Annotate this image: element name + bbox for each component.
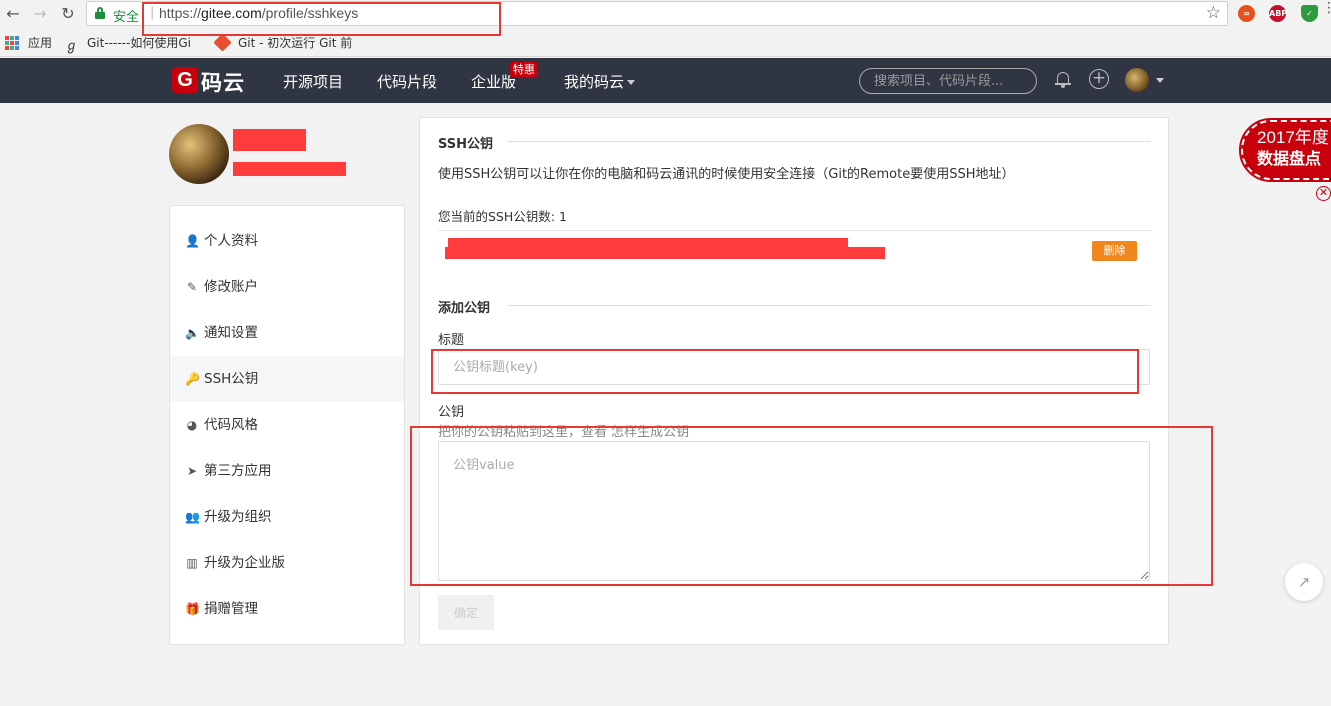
pencil-icon: ✎ — [186, 280, 198, 294]
user-icon: 👤 — [185, 234, 200, 248]
site-header: G 码云 开源项目 代码片段 企业版 特惠 我的码云 + — [0, 58, 1331, 103]
delete-key-button[interactable]: 删除 — [1092, 241, 1137, 261]
gitee-logo-icon[interactable]: G — [172, 67, 198, 93]
sidebar-item[interactable]: 👤 个人资料 — [170, 218, 404, 264]
volume-icon: 🔈 — [185, 326, 200, 340]
bookmark-apps[interactable]: 应用 — [28, 34, 52, 51]
sidebar-item[interactable]: ▥ 升级为企业版 — [170, 540, 404, 586]
nav-my-gitee[interactable]: 我的码云 — [564, 71, 636, 92]
back-icon[interactable]: ← — [3, 4, 23, 24]
bookmark-star-icon[interactable]: ☆ — [1206, 3, 1221, 23]
sidebar-item[interactable]: ✎ 修改账户 — [170, 264, 404, 310]
promo-badge: 特惠 — [510, 62, 538, 77]
search-input[interactable] — [859, 68, 1037, 94]
sidebar-item[interactable]: ➤ 第三方应用 — [170, 448, 404, 494]
key-count-value: 1 — [558, 209, 567, 224]
key-count-label: 您当前的SSH公钥数: — [438, 209, 555, 224]
ssh-keys-panel: SSH公钥 使用SSH公钥可以让你在你的电脑和码云通讯的时候使用安全连接（Git… — [419, 117, 1169, 645]
rocket-icon: ➤ — [186, 464, 198, 478]
shield-extension-icon[interactable]: ✓ — [1301, 5, 1318, 22]
key-label: 公钥 — [438, 405, 465, 420]
sidebar-item[interactable]: 👥 升级为组织 — [170, 494, 404, 540]
annual-report-promo[interactable]: 2017年度 数据盘点 — [1239, 118, 1331, 182]
nav-code-snippets[interactable]: 代码片段 — [377, 71, 437, 92]
sidebar-item-label: 捐赠管理 — [204, 601, 258, 617]
section-divider — [508, 141, 1151, 142]
browser-toolbar: ← → ↻ 安全 | https://gitee.com/profile/ssh… — [0, 0, 1331, 28]
building-icon: ▥ — [186, 556, 198, 570]
share-icon[interactable]: ↗ — [1285, 563, 1323, 601]
url-host: gitee.com — [201, 5, 262, 21]
ssh-description: 使用SSH公钥可以让你在你的电脑和码云通讯的时候使用安全连接（Git的Remot… — [438, 167, 1015, 182]
sidebar-item-label: 个人资料 — [204, 233, 258, 249]
secure-label: 安全 — [113, 10, 140, 25]
add-key-section-title: 添加公钥 — [438, 301, 491, 316]
profile-avatar[interactable] — [169, 124, 229, 184]
bookmark-item[interactable]: Git - 初次运行 Git 前 — [238, 34, 352, 51]
git-diamond-icon — [213, 33, 232, 52]
key-count-line: 您当前的SSH公钥数: 1 — [438, 206, 567, 225]
adblock-plus-icon[interactable]: ABP — [1269, 5, 1287, 22]
apps-grid-icon[interactable] — [5, 36, 19, 50]
title-label: 标题 — [438, 333, 465, 348]
dashboard-icon: ◕ — [186, 418, 198, 432]
key-value-textarea[interactable] — [438, 441, 1150, 581]
chevron-down-icon — [627, 80, 636, 85]
sidebar-item[interactable]: 🔈 通知设置 — [170, 310, 404, 356]
sidebar-item-label: 升级为企业版 — [204, 555, 285, 571]
bookmark-item[interactable]: Git------如何使用Gi — [87, 34, 191, 51]
browser-menu-icon[interactable]: ⋮ — [1322, 1, 1331, 15]
url-separator: | — [150, 5, 155, 20]
users-icon: 👥 — [185, 510, 200, 524]
redacted-user-handle — [233, 162, 346, 176]
url-scheme: https:// — [159, 5, 202, 21]
address-bar[interactable]: 安全 | https://gitee.com/profile/sshkeys ☆ — [86, 1, 1228, 26]
reload-icon[interactable]: ↻ — [58, 4, 78, 24]
confirm-button[interactable]: 确定 — [438, 595, 494, 630]
plus-icon[interactable]: + — [1089, 69, 1109, 89]
sidebar-item-label: 修改账户 — [204, 279, 258, 295]
logo-text[interactable]: 码云 — [201, 67, 245, 97]
forward-icon[interactable]: → — [30, 4, 50, 24]
sidebar-item-label: 第三方应用 — [204, 463, 272, 479]
sidebar-item[interactable]: 🎁 捐赠管理 — [170, 586, 404, 632]
promo-line1: 2017年度 — [1257, 128, 1329, 147]
url-path: /profile/sshkeys — [261, 5, 359, 21]
git-bookmark-icon: ℊ — [65, 39, 79, 54]
settings-sidebar: 👤 个人资料 ✎ 修改账户 🔈 通知设置 🔑 SSH公钥 ◕ 代码风格 ➤ 第三方应用 👥 升级为组织 ▥ 升… — [169, 205, 405, 645]
redacted-username — [233, 129, 306, 151]
sidebar-item[interactable]: ◕ 代码风格 — [170, 402, 404, 448]
key-title-input[interactable] — [438, 349, 1150, 385]
chevron-down-icon[interactable] — [1156, 78, 1164, 83]
sidebar-item-label: 代码风格 — [204, 417, 258, 433]
how-to-generate-key-link[interactable]: 怎样生成公钥 — [611, 425, 689, 440]
section-divider — [508, 305, 1151, 306]
url-text[interactable]: https://gitee.com/profile/sshkeys — [159, 5, 358, 21]
avatar[interactable] — [1125, 68, 1149, 92]
sidebar-item-label: 升级为组织 — [204, 509, 272, 525]
sidebar-item-label: 通知设置 — [204, 325, 258, 341]
key-hint-text: 把你的公钥粘贴到这里，查看 — [438, 425, 612, 440]
bookmarks-bar: 应用 ℊ Git------如何使用Gi Git - 初次运行 Git 前 — [0, 28, 1331, 57]
promo-line2: 数据盘点 — [1257, 149, 1322, 168]
close-icon[interactable]: ✕ — [1316, 186, 1331, 201]
bell-icon[interactable] — [1055, 70, 1071, 88]
key-hint: 把你的公钥粘贴到这里，查看 怎样生成公钥 — [438, 421, 689, 440]
ssh-section-title: SSH公钥 — [438, 137, 494, 152]
lock-icon — [95, 7, 105, 19]
key-icon: 🔑 — [185, 372, 200, 386]
infinity-extension-icon[interactable]: ∞ — [1238, 5, 1255, 22]
key-row-divider — [438, 230, 1151, 231]
sidebar-item[interactable]: 🔑 SSH公钥 — [170, 356, 404, 402]
nav-my-gitee-label: 我的码云 — [564, 73, 625, 91]
nav-open-source[interactable]: 开源项目 — [283, 71, 343, 92]
gift-icon: 🎁 — [185, 602, 200, 616]
redacted-key-fingerprint — [445, 247, 885, 259]
sidebar-item-label: SSH公钥 — [204, 371, 259, 387]
